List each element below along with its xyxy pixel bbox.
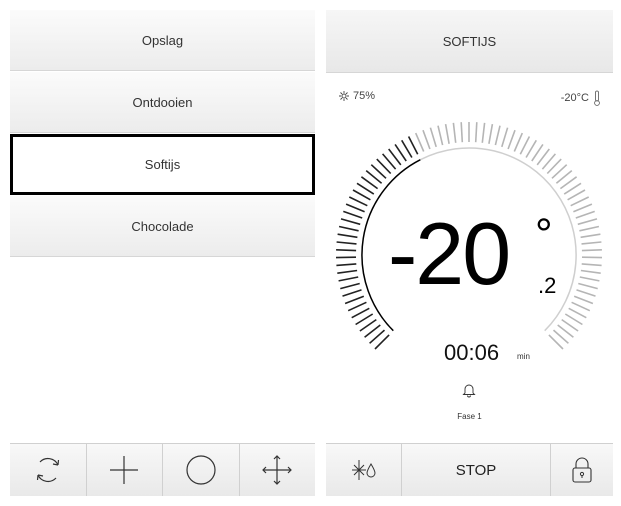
dial-tick	[580, 233, 601, 239]
dial-tick	[571, 301, 591, 312]
dial-tick	[351, 307, 370, 319]
menu-item-label: Softijs	[144, 157, 181, 172]
dial-tick	[337, 233, 358, 239]
menu-item-label: Ontdooien	[132, 94, 193, 110]
setpoint-value: -20°C	[560, 92, 589, 104]
left-toolbar	[10, 443, 315, 496]
program-detail-panel: SOFTIJS 75% -20°C -20 ° .2 00:06 min Fas…	[326, 10, 613, 496]
dial-tick	[347, 301, 367, 312]
dial-tick	[352, 189, 371, 201]
dial-tick	[437, 125, 444, 146]
freeze-defrost-button[interactable]	[326, 444, 402, 496]
humidity-status: 75%	[338, 90, 375, 102]
dial-tick	[579, 276, 600, 282]
program-title: SOFTIJS	[442, 33, 497, 49]
refresh-button[interactable]	[10, 444, 87, 496]
dial-tick	[444, 123, 450, 144]
temperature-decimal: .2	[538, 273, 557, 298]
dial-tick	[501, 127, 509, 148]
circle-button[interactable]	[163, 444, 240, 496]
lock-icon	[572, 457, 592, 483]
menu-item-softijs[interactable]: Softijs	[10, 134, 315, 195]
dial-tick	[342, 289, 362, 297]
humidity-icon	[339, 91, 349, 101]
dial-tick	[343, 210, 363, 219]
stop-button[interactable]: STOP	[402, 444, 551, 496]
dial-tick	[344, 295, 365, 305]
elapsed-time: 00:06	[444, 340, 500, 365]
menu-item-label: Opslag	[141, 32, 184, 48]
dial-tick	[422, 129, 431, 150]
dial-tick	[429, 127, 437, 148]
add-button[interactable]	[87, 444, 163, 496]
dial-tick	[336, 241, 357, 245]
program-header: SOFTIJS	[326, 10, 613, 73]
dial-tick	[519, 136, 531, 155]
menu-item-opslag[interactable]: Opslag	[10, 10, 315, 71]
dial-tick	[573, 295, 594, 305]
dial-tick	[579, 225, 600, 232]
dial-tick	[345, 203, 365, 213]
dial-tick	[348, 196, 368, 207]
dial-tick	[337, 269, 358, 274]
dial-tick	[576, 289, 596, 297]
dial-tick	[340, 218, 361, 226]
thermometer-icon	[594, 90, 600, 106]
dial-tick	[570, 196, 590, 207]
phase-label: Fase 1	[457, 412, 482, 421]
menu-item-ontdooien[interactable]: Ontdooien	[10, 72, 315, 133]
degree-symbol: °	[535, 210, 553, 259]
plus-icon	[110, 456, 139, 484]
menu-item-chocolade[interactable]: Chocolade	[10, 196, 315, 257]
dial-tick	[336, 263, 357, 267]
dial-tick	[494, 125, 501, 146]
dial-tick	[481, 122, 486, 143]
dial-tick	[581, 241, 602, 245]
dial-tick	[488, 123, 494, 144]
dial-tick	[507, 129, 516, 150]
freeze-defrost-icon	[351, 460, 376, 480]
dial-tick	[414, 132, 425, 152]
dial-tick	[338, 276, 359, 282]
time-unit: min	[517, 352, 530, 361]
dial-tick	[340, 282, 360, 290]
program-menu-panel: Opslag Ontdooien Softijs Chocolade	[10, 10, 315, 496]
move-icon	[262, 455, 293, 485]
dial-tick	[407, 136, 419, 155]
dial-tick	[573, 203, 593, 213]
setpoint-status: -20°C	[561, 90, 601, 106]
stop-label: STOP	[455, 461, 497, 479]
dial-tick	[578, 282, 598, 290]
dial-tick	[581, 263, 602, 267]
dial-tick	[581, 249, 602, 252]
humidity-value: 75%	[353, 90, 376, 102]
lock-button[interactable]	[551, 444, 613, 496]
dial-tick	[452, 122, 457, 143]
dial-tick	[577, 218, 598, 226]
right-toolbar: STOP	[326, 443, 613, 496]
bell-icon	[462, 384, 476, 398]
menu-item-label: Chocolade	[131, 218, 194, 234]
move-button[interactable]	[240, 444, 316, 496]
circle-icon	[186, 455, 216, 485]
dial-tick	[336, 249, 357, 252]
refresh-icon	[36, 457, 59, 483]
dial-tick	[460, 122, 464, 143]
dial-tick	[567, 189, 586, 201]
dial-tick	[474, 122, 478, 143]
dial-tick	[568, 307, 587, 319]
dial-tick	[575, 210, 595, 219]
dial-tick	[580, 269, 601, 274]
dial-tick	[401, 139, 413, 158]
temperature-value: -20	[388, 204, 511, 303]
dial-tick	[525, 139, 537, 158]
dial-tick	[513, 132, 524, 152]
dial-tick	[338, 225, 359, 232]
